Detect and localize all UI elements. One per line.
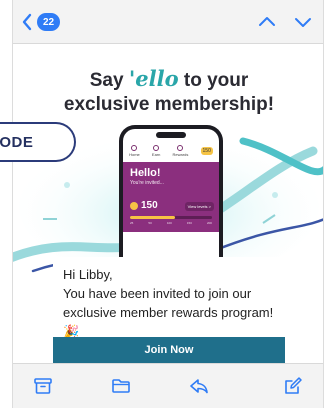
- unread-count-badge: 22: [37, 13, 61, 31]
- email-headline: Say 'ello to your exclusive membership!: [13, 66, 323, 117]
- promo-card: Hello! You're invited... 150 View levels…: [123, 162, 219, 232]
- app-tab-home: Home: [129, 145, 140, 157]
- join-now-button[interactable]: Join Now: [53, 337, 285, 363]
- progress-fill: [130, 216, 176, 219]
- chevron-up-icon: [259, 17, 275, 26]
- phone-notch: [156, 132, 186, 138]
- compose-button[interactable]: [283, 376, 303, 396]
- previous-message-button[interactable]: [257, 12, 277, 37]
- chevron-left-icon: [22, 13, 32, 31]
- tick-label: 200: [206, 221, 212, 225]
- points-chip: 150: [200, 147, 213, 155]
- body-text: You have been invited to join our exclus…: [63, 286, 274, 320]
- promo-invited: You're invited...: [130, 180, 164, 186]
- chevron-down-icon: [295, 18, 311, 27]
- next-message-button[interactable]: [293, 12, 313, 37]
- back-button[interactable]: 22: [21, 10, 61, 34]
- top-navigation-bar: 22: [13, 0, 323, 44]
- progress-ticks: 25 50 100 150 200: [130, 221, 212, 225]
- promo-hello: Hello!: [130, 167, 161, 179]
- reply-icon: [190, 379, 208, 394]
- code-tag: CODE: [0, 122, 76, 162]
- move-to-folder-button[interactable]: [111, 376, 131, 396]
- archive-button[interactable]: [33, 376, 53, 396]
- headline-text: Say: [89, 70, 129, 91]
- tick-label: 150: [186, 221, 192, 225]
- tick-label: 50: [148, 221, 152, 225]
- brand-logo: 'ello: [128, 66, 179, 91]
- bottom-toolbar: [13, 363, 323, 408]
- headline-text: to your: [178, 70, 249, 91]
- archive-icon: [34, 378, 52, 394]
- compose-icon: [285, 377, 302, 394]
- tick-label: 25: [130, 221, 134, 225]
- app-tab-rewards: Rewards: [172, 145, 189, 157]
- earn-icon: [153, 145, 160, 151]
- tick-label: 100: [166, 221, 172, 225]
- view-levels-link: View levels >: [184, 202, 214, 211]
- tab-label: Earn: [151, 152, 161, 157]
- tab-label: Rewards: [172, 152, 189, 157]
- rewards-icon: [177, 145, 184, 151]
- app-tab-bar: Home Earn Rewards 150: [123, 141, 219, 161]
- folder-icon: [112, 379, 130, 393]
- app-tab-earn: Earn: [152, 145, 160, 157]
- email-viewer: 22 Say 'ello to your exclusive membershi…: [12, 0, 324, 408]
- points-value: 150: [141, 200, 158, 211]
- message-body: You have been invited to join our exclus…: [63, 284, 275, 341]
- progress-bar: [130, 216, 212, 219]
- promo-points: 150: [130, 200, 158, 211]
- email-body: Say 'ello to your exclusive membership!: [13, 45, 323, 363]
- coin-icon: [130, 201, 138, 210]
- home-icon: [131, 145, 138, 151]
- greeting: Hi Libby,: [63, 267, 113, 282]
- reply-button[interactable]: [189, 376, 209, 396]
- tab-label: Home: [129, 152, 140, 157]
